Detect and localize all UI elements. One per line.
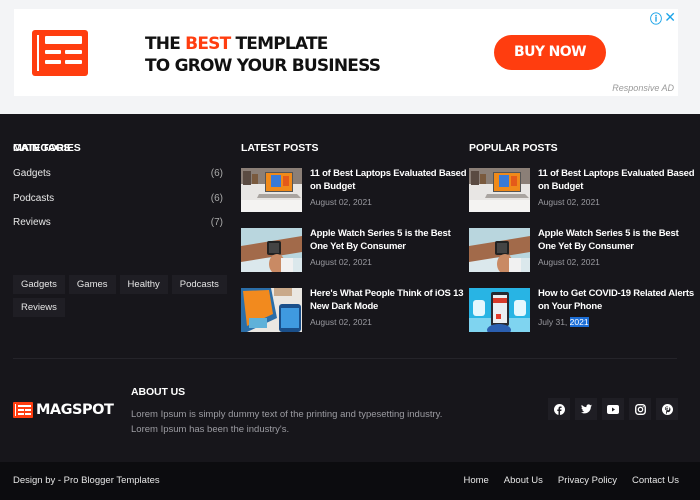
facebook-button[interactable]	[548, 398, 570, 420]
social-links	[548, 398, 678, 420]
post-item[interactable]: Apple Watch Series 5 is the Best One Yet…	[241, 228, 471, 272]
category-label[interactable]: Gadgets	[13, 168, 51, 193]
bottom-bar: Design by - Pro Blogger Templates Home A…	[0, 462, 700, 500]
post-item[interactable]: 11 of Best Laptops Evaluated Based on Bu…	[469, 168, 699, 212]
ad-headline-text: THE	[145, 34, 186, 54]
post-thumbnail-ios[interactable]	[241, 288, 302, 332]
about-text: Lorem Ipsum is simply dummy text of the …	[131, 409, 443, 435]
about-title: ABOUT US	[131, 386, 186, 398]
post-title[interactable]: Here's What People Think of iOS 13 New D…	[310, 288, 470, 313]
latest-posts-title: LATEST POSTS	[241, 142, 319, 154]
buy-now-button[interactable]: BUY NOW	[494, 35, 606, 70]
newspaper-icon	[13, 402, 33, 418]
brand-name: MAGSPOT	[36, 402, 114, 418]
footer: CATEGORIES Gadgets (6) Podcasts (6) Revi…	[0, 114, 700, 462]
popular-posts-title: POPULAR POSTS	[469, 142, 558, 154]
category-label[interactable]: Reviews	[13, 217, 51, 242]
facebook-icon	[553, 403, 565, 415]
category-item[interactable]: Gadgets (6)	[13, 168, 223, 193]
design-credit[interactable]: Design by - Pro Blogger Templates	[13, 475, 160, 486]
category-count: (6)	[210, 168, 223, 179]
post-thumbnail-laptop[interactable]	[241, 168, 302, 212]
footer-link-contact[interactable]: Contact Us	[632, 475, 679, 486]
tag-item[interactable]: Games	[68, 275, 116, 294]
ad-note: Responsive AD	[612, 83, 674, 93]
instagram-button[interactable]	[629, 398, 651, 420]
footer-divider	[13, 358, 677, 359]
close-icon[interactable]: ✕	[664, 9, 676, 26]
post-thumbnail-watch[interactable]	[469, 228, 530, 272]
youtube-icon	[607, 404, 619, 414]
category-item[interactable]: Reviews (7)	[13, 217, 223, 242]
footer-link-home[interactable]: Home	[463, 475, 488, 486]
post-date: July 31, 2021	[538, 317, 589, 327]
instagram-icon	[634, 403, 646, 415]
footer-nav: Home About Us Privacy Policy Contact Us	[463, 475, 679, 486]
tag-item[interactable]: Healthy	[119, 275, 168, 294]
twitter-button[interactable]	[575, 398, 597, 420]
post-date: August 02, 2021	[310, 257, 372, 267]
youtube-button[interactable]	[602, 398, 624, 420]
category-count: (7)	[210, 217, 223, 228]
newspaper-icon	[32, 30, 88, 76]
post-item[interactable]: Here's What People Think of iOS 13 New D…	[241, 288, 471, 332]
ad-headline-line2: TO GROW YOUR BUSINESS	[145, 56, 381, 76]
post-date: August 02, 2021	[310, 197, 372, 207]
category-list: Gadgets (6) Podcasts (6) Reviews (7)	[13, 168, 223, 242]
post-item[interactable]: 11 of Best Laptops Evaluated Based on Bu…	[241, 168, 471, 212]
post-title[interactable]: 11 of Best Laptops Evaluated Based on Bu…	[310, 168, 470, 193]
category-item[interactable]: Podcasts (6)	[13, 193, 223, 218]
post-item[interactable]: How to Get COVID-19 Related Alerts on Yo…	[469, 288, 699, 332]
post-date: August 02, 2021	[538, 197, 600, 207]
post-title[interactable]: Apple Watch Series 5 is the Best One Yet…	[538, 228, 698, 253]
post-item[interactable]: Apple Watch Series 5 is the Best One Yet…	[469, 228, 699, 272]
tag-item[interactable]: Reviews	[13, 298, 65, 317]
post-date: August 02, 2021	[538, 257, 600, 267]
post-title[interactable]: 11 of Best Laptops Evaluated Based on Bu…	[538, 168, 698, 193]
tag-list: Gadgets Games Healthy Podcasts Reviews	[13, 275, 228, 317]
ad-headline-highlight: BEST	[185, 34, 231, 54]
about-widget: ABOUT US Lorem Ipsum is simply dummy tex…	[131, 386, 451, 437]
post-date-text: July 31,	[538, 317, 570, 327]
footer-link-privacy[interactable]: Privacy Policy	[558, 475, 617, 486]
ad-banner[interactable]: THE BEST TEMPLATE TO GROW YOUR BUSINESS …	[14, 9, 678, 96]
pinterest-icon	[661, 403, 673, 415]
info-icon[interactable]: ⓘ	[650, 10, 662, 27]
twitter-icon	[580, 404, 592, 414]
post-title[interactable]: How to Get COVID-19 Related Alerts on Yo…	[538, 288, 698, 313]
pinterest-button[interactable]	[656, 398, 678, 420]
footer-link-about[interactable]: About Us	[504, 475, 543, 486]
ad-headline: THE BEST TEMPLATE TO GROW YOUR BUSINESS	[145, 33, 381, 77]
post-thumbnail-watch[interactable]	[241, 228, 302, 272]
selected-text: 2021	[569, 317, 589, 327]
post-date: August 02, 2021	[310, 317, 372, 327]
ad-headline-text: TEMPLATE	[230, 34, 328, 54]
main-tags-title: MAIN TAGS	[13, 142, 71, 154]
tag-item[interactable]: Podcasts	[171, 275, 227, 294]
brand-logo[interactable]: MAGSPOT	[13, 402, 114, 418]
category-label[interactable]: Podcasts	[13, 193, 54, 218]
post-thumbnail-phone[interactable]	[469, 288, 530, 332]
category-count: (6)	[210, 192, 223, 204]
tag-item[interactable]: Gadgets	[13, 275, 65, 294]
post-title[interactable]: Apple Watch Series 5 is the Best One Yet…	[310, 228, 470, 253]
post-thumbnail-laptop[interactable]	[469, 168, 530, 212]
